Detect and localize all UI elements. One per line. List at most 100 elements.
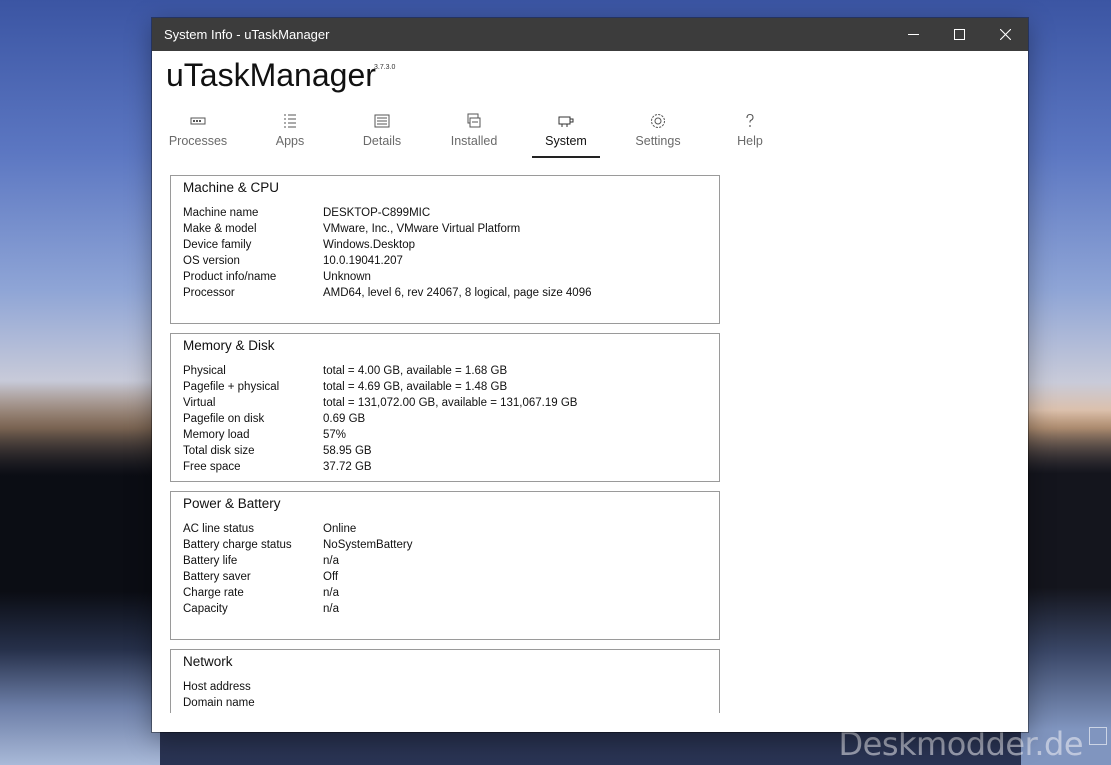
section-title: Power & Battery [183, 496, 281, 511]
info-key: OS version [183, 255, 240, 267]
info-value: total = 4.00 GB, available = 1.68 GB [323, 365, 508, 377]
info-row: Physical total = 4.00 GB, available = 1.6… [183, 363, 709, 379]
info-value: VMware, Inc., VMware Virtual Platform [323, 223, 521, 235]
tab-label: System [545, 134, 587, 148]
installed-icon [467, 113, 481, 128]
info-value: 10.0.19041.207 [323, 255, 403, 267]
info-row: Battery charge status NoSystemBattery [183, 537, 709, 553]
info-row: Processor AMD64, level 6, rev 24067, 8 lo… [183, 285, 709, 301]
power-battery-section: Power & Battery AC line status Online Bat… [170, 491, 720, 640]
section-title: Machine & CPU [183, 180, 280, 195]
info-value: Online [323, 523, 357, 535]
title-bar[interactable]: System Info - uTaskManager [152, 18, 1028, 51]
desktop-wallpaper-right [1021, 410, 1111, 765]
info-row: Battery saver Off [183, 569, 709, 585]
info-row: Machine name DESKTOP-C899MIC [183, 205, 709, 221]
info-value: n/a [323, 555, 339, 567]
info-row: Pagefile + physical total = 4.69 GB, avai… [183, 379, 709, 395]
tab-installed[interactable]: Installed [440, 108, 508, 158]
app-window: System Info - uTaskManager uTaskManager … [152, 18, 1028, 732]
info-value [323, 695, 709, 711]
tab-details[interactable]: Details [348, 108, 416, 158]
info-row: Charge rate n/a [183, 585, 709, 601]
info-row: Total disk size 58.95 GB [183, 443, 709, 459]
info-key: Product info/name [183, 271, 277, 283]
maximize-icon [953, 29, 965, 40]
info-value: AMD64, level 6, rev 24067, 8 logical, pa… [323, 287, 592, 299]
info-value: 58.95 GB [323, 445, 372, 457]
info-key: Total disk size [183, 445, 255, 457]
info-value: total = 131,072.00 GB, available = 131,0… [323, 397, 578, 409]
apps-list-icon [284, 114, 296, 128]
info-value: 57% [323, 429, 347, 441]
system-icon [558, 116, 574, 127]
info-key: Free space [183, 461, 241, 473]
info-value: n/a [323, 587, 339, 599]
app-name: uTaskManager [166, 57, 376, 93]
info-row: Device family Windows.Desktop [183, 237, 709, 253]
info-key: Virtual [183, 397, 216, 409]
tab-help[interactable]: Help [716, 108, 784, 158]
tab-apps[interactable]: Apps [256, 108, 324, 158]
section-title: Memory & Disk [183, 338, 275, 353]
info-key: Physical [183, 365, 226, 377]
window-title: System Info - uTaskManager [164, 27, 330, 42]
info-value: 0.69 GB [323, 413, 366, 425]
info-row: AC line status Online [183, 521, 709, 537]
tab-label: Help [737, 134, 763, 148]
info-key: Device family [183, 239, 252, 251]
help-icon [746, 113, 754, 127]
tab-system[interactable]: System [532, 108, 600, 158]
machine-cpu-section: Machine & CPU Machine name DESKTOP-C899MI… [170, 175, 720, 324]
app-header: uTaskManager 3.7.3.0 [152, 51, 1028, 107]
info-row: Free space 37.72 GB [183, 459, 709, 475]
tab-label: Installed [450, 134, 498, 148]
processes-icon [190, 117, 206, 125]
minimize-button[interactable] [890, 18, 936, 51]
info-row: Make & model VMware, Inc., VMware Virtual… [183, 221, 709, 237]
info-value: NoSystemBattery [323, 539, 413, 551]
info-key: Charge rate [183, 587, 244, 599]
gear-icon [651, 114, 665, 128]
info-key: Capacity [183, 603, 228, 615]
info-row: OS version 10.0.19041.207 [183, 253, 709, 269]
watermark-logo-icon [1089, 727, 1107, 745]
info-key: Pagefile on disk [183, 413, 265, 425]
info-row: Domain name [183, 695, 709, 711]
info-row: Host address [183, 679, 709, 695]
info-key: Domain name [183, 697, 255, 709]
tab-label: Apps [275, 134, 305, 148]
info-row: Pagefile on disk 0.69 GB [183, 411, 709, 427]
system-info-panel[interactable]: Machine & CPU Machine name DESKTOP-C899MI… [152, 173, 1028, 713]
close-button[interactable] [982, 18, 1028, 51]
network-section: Network Host address Domain name [170, 649, 720, 713]
info-value: total = 4.69 GB, available = 1.48 GB [323, 381, 508, 393]
info-key: Machine name [183, 207, 259, 219]
info-key: Memory load [183, 429, 250, 441]
info-value [323, 679, 709, 695]
info-value: n/a [323, 603, 339, 615]
info-value: Windows.Desktop [323, 239, 416, 251]
tab-processes[interactable]: Processes [164, 108, 232, 158]
section-title: Network [183, 654, 233, 669]
info-value: DESKTOP-C899MIC [323, 207, 431, 219]
info-key: Battery saver [183, 571, 251, 583]
info-key: Battery life [183, 555, 238, 567]
info-value: 37.72 GB [323, 461, 372, 473]
info-row: Memory load 57% [183, 427, 709, 443]
close-icon [999, 29, 1011, 40]
info-key: Host address [183, 681, 251, 693]
info-key: Pagefile + physical [183, 381, 280, 393]
info-row: Virtual total = 131,072.00 GB, available … [183, 395, 709, 411]
info-row: Capacity n/a [183, 601, 709, 617]
info-key: AC line status [183, 523, 254, 535]
app-version: 3.7.3.0 [374, 64, 396, 71]
tab-label: Settings [635, 134, 681, 148]
minimize-icon [907, 34, 919, 35]
memory-disk-section: Memory & Disk Physical total = 4.00 GB, a… [170, 333, 720, 482]
info-key: Make & model [183, 223, 257, 235]
details-icon [374, 114, 390, 128]
maximize-button[interactable] [936, 18, 982, 51]
tab-settings[interactable]: Settings [624, 108, 692, 158]
tab-bar: Processes Apps Details Installed System … [152, 108, 1028, 158]
